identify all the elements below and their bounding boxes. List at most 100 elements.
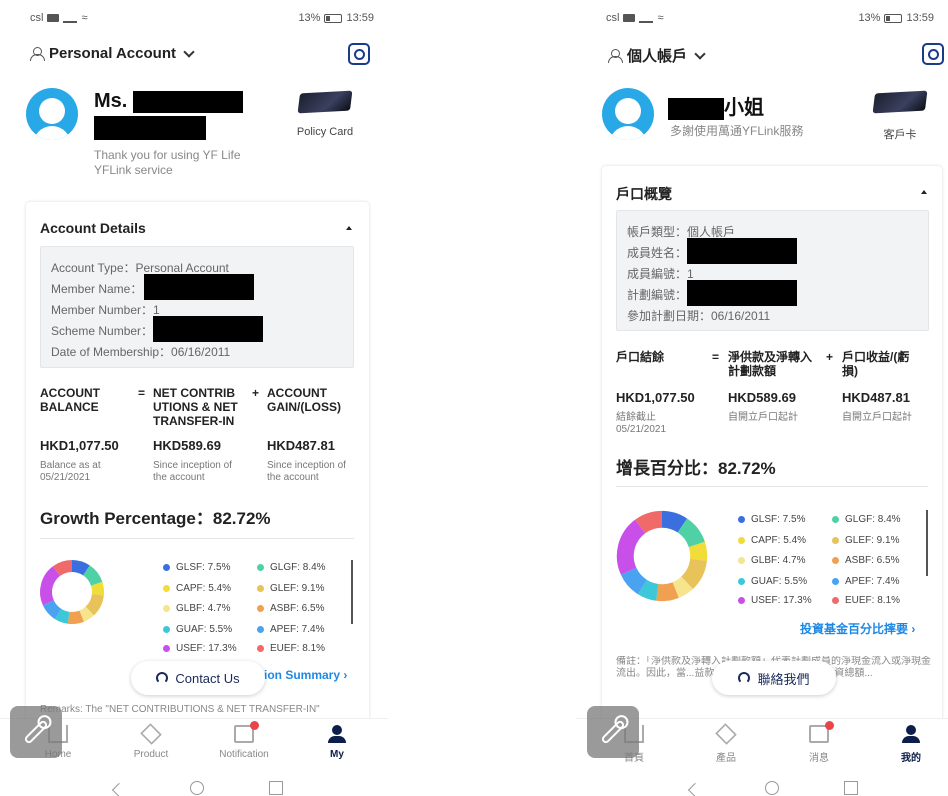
legend-dot [257, 605, 264, 612]
fund-allocation-donut [616, 510, 708, 602]
redacted-name [668, 97, 724, 120]
equals-sign: = [138, 386, 146, 400]
member-name: Member Name： [51, 274, 254, 300]
account-switcher[interactable]: 個人帳戶 [608, 45, 706, 66]
back-icon[interactable] [111, 782, 127, 796]
recents-icon[interactable] [269, 781, 283, 795]
legend-label: GLGF: 8.4% [845, 514, 901, 525]
tool-floating-button[interactable] [587, 706, 639, 758]
settings-icon[interactable] [922, 43, 944, 65]
net-contrib-head: NET CONTRIB UTIONS & NET TRANSFER-IN [153, 386, 238, 428]
tab-my[interactable]: My [307, 725, 367, 760]
fund-allocation-donut [40, 560, 104, 624]
donut-slice-glgf [677, 518, 705, 548]
legend-item-euef: EUEF: 8.1% [832, 596, 900, 604]
battery-icon [884, 13, 903, 23]
legend-label: APEF: 7.4% [270, 623, 325, 635]
carrier: csl [30, 12, 44, 24]
legend-item-capf: CAPF: 5.4% [163, 583, 231, 594]
policy-card-button[interactable]: Policy Card [295, 90, 355, 138]
net-contrib-value: HKD589.69 [728, 390, 796, 405]
growth-percentage: 增長百分比：82.72% [616, 459, 776, 478]
donut-slice-usef [40, 566, 61, 606]
account-details-panel: Account Details Account Type：Personal Ac… [26, 202, 369, 722]
wifi-icon: ≈ [81, 12, 88, 24]
donut-slice-apef [42, 599, 62, 620]
legend-item-glbf: GLBF: 4.7% [738, 555, 805, 566]
account-balance-head: 戶口結餘 [616, 350, 665, 364]
legend-item-apef: APEF: 7.4% [832, 576, 899, 587]
scheme-number-label: 計劃編號： [627, 288, 688, 302]
tab-notification[interactable]: Notification [214, 721, 274, 760]
tab-notification[interactable]: 消息 [789, 721, 849, 764]
legend-dot [832, 596, 839, 604]
recents-icon[interactable] [844, 781, 858, 795]
account-switcher[interactable]: Personal Account [30, 45, 195, 62]
wrench-icon [600, 719, 626, 745]
tab-product[interactable]: Product [121, 723, 181, 760]
legend-scrollbar[interactable] [351, 560, 353, 624]
donut-slice-glbf [79, 606, 94, 622]
member-greeting: 小姐 [668, 91, 764, 120]
legend-item-glgf: GLGF: 8.4% [257, 562, 326, 573]
legend-item-asbf: ASBF: 6.5% [257, 603, 324, 614]
home-nav-icon[interactable] [190, 781, 204, 795]
policy-card-button[interactable]: 客戶卡 [870, 90, 930, 142]
back-icon[interactable] [687, 782, 703, 796]
investment-summary-link[interactable]: 投資基金百分比摔要 › [800, 620, 915, 637]
status-bar: csl ≈ 13% 13:59 [30, 10, 374, 28]
divider [40, 538, 354, 539]
policy-card-label: Policy Card [296, 126, 354, 138]
legend-dot [832, 536, 839, 544]
tool-floating-button[interactable] [10, 706, 62, 758]
gain-head: ACCOUNT GAIN/(LOSS) [267, 386, 341, 414]
wifi-icon: ≈ [657, 12, 664, 24]
panel-title: 戶口概覽 [616, 186, 672, 202]
policy-card-image [872, 90, 928, 114]
tab-my[interactable]: 我的 [881, 725, 941, 764]
collapse-icon[interactable] [921, 190, 927, 194]
account-switcher-label: 個人帳戶 [627, 48, 688, 65]
user-icon [327, 725, 347, 743]
policy-card-label: 客戶卡 [883, 129, 917, 141]
thanks-text: 多謝使用萬通YFLink服務 [670, 124, 804, 138]
legend-label: ASBF: 6.5% [270, 603, 325, 614]
membership-date: 參加計劃日期：06/16/2011 [627, 309, 771, 323]
legend-dot [257, 584, 264, 592]
account-balance-head: ACCOUNT BALANCE [40, 386, 100, 414]
redacted-name [132, 90, 243, 113]
legend-label: USEF: 17.3% [176, 644, 237, 652]
donut-slice-usef [616, 519, 646, 575]
member-name-label: Member Name： [51, 282, 143, 296]
contact-us-button[interactable]: 聯絡我們 [712, 661, 836, 695]
redacted-name-line [94, 116, 206, 140]
home-nav-icon[interactable] [765, 781, 779, 795]
investment-summary-link[interactable]: ion Summary › [264, 668, 347, 682]
avatar [602, 88, 654, 140]
settings-icon[interactable] [348, 43, 370, 65]
investment-summary-label: 投資基金百分比摔要 [800, 622, 909, 636]
donut-slice-glbf [672, 576, 693, 598]
legend-label: GLEF: 9.1% [845, 534, 900, 546]
redacted-scheme-number [687, 280, 797, 306]
divider [616, 486, 928, 487]
tab-product[interactable]: 產品 [696, 723, 756, 764]
equals-sign: = [712, 350, 720, 364]
legend-dot [738, 536, 745, 544]
collapse-icon[interactable] [346, 226, 352, 230]
legend-scrollbar[interactable] [926, 510, 928, 576]
donut-slice-apef [620, 567, 648, 595]
headset-icon [738, 672, 751, 684]
legend-item-glgf: GLGF: 8.4% [832, 514, 901, 525]
growth-percentage: Growth Percentage：82.72% [40, 509, 271, 528]
legend-dot [832, 557, 839, 564]
legend-label: CAPF: 5.4% [176, 582, 232, 594]
contact-us-button[interactable]: Contact Us [131, 661, 265, 695]
battery-percent: 13% [298, 12, 321, 24]
tab-product-label: Product [133, 749, 169, 760]
contact-us-label: Contact Us [175, 670, 240, 686]
mail-icon [234, 721, 259, 743]
legend-dot [832, 577, 839, 585]
legend-item-usef: USEF: 17.3% [738, 596, 812, 604]
net-contrib-sub: 自開立戶口起計 [728, 412, 798, 423]
